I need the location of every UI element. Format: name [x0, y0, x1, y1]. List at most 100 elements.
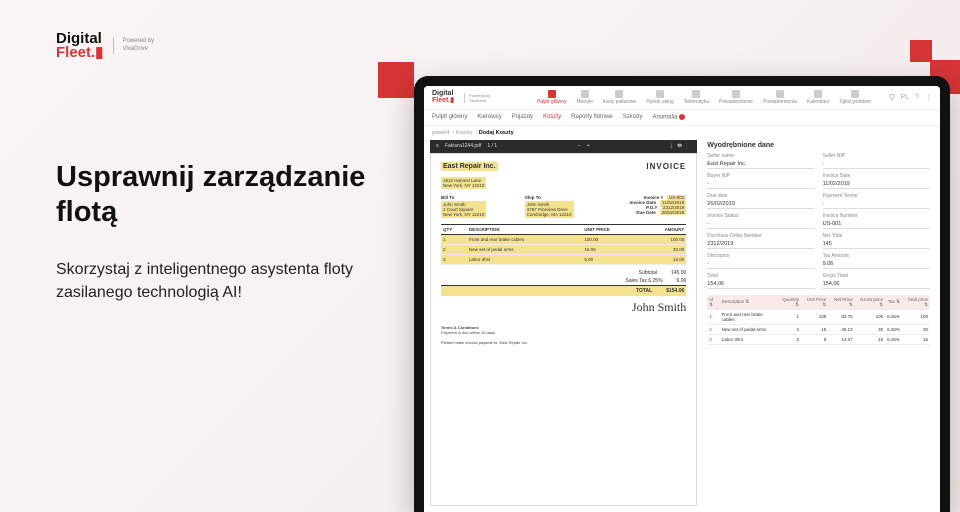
top-nav-item[interactable]: Metryki — [576, 90, 592, 105]
sub-nav-item[interactable]: Raporty flotowe — [571, 114, 613, 121]
invoice-meta: Invoice #US-001Invoice Date11/02/2019P.O… — [609, 195, 687, 218]
terms: Terms & Conditions Payment is due within… — [441, 325, 686, 345]
content: ≡ Faktura1244.pdf 1 / 1 − + ⤓🖶⋮ East Rep… — [424, 140, 940, 512]
device-frame: Digital Fleet.▮ Powered by VivaDrive Pul… — [414, 76, 950, 512]
extracted-field[interactable]: Invoice Date11/02/2019 — [823, 173, 930, 189]
logo-accent-icon: .▮ — [91, 44, 103, 61]
app-powered-by: Powered by VivaDrive — [464, 93, 490, 103]
invoice-lines-table: QTYDESCRIPTIONUNIT PRICEAMOUNT 1Front an… — [441, 224, 686, 265]
pdf-toolbar-icon[interactable]: ⋮ — [684, 143, 691, 150]
invoice-title: INVOICE — [646, 162, 686, 171]
hero-title: Usprawnij zarządzanie flotą — [56, 160, 386, 230]
company-address: 1912 Harvest Lane New York, NY 12210 — [441, 177, 486, 189]
decor-square — [910, 40, 932, 62]
powered-name: VivaDrive — [122, 46, 154, 54]
sub-nav-item[interactable]: Pulpit główny — [432, 114, 467, 121]
extracted-field[interactable]: Due date26/02/2019 — [707, 193, 814, 209]
header-action-icon[interactable]: PL — [901, 94, 910, 102]
table-row: 1Front and rear brake cables100.00100.00 — [441, 234, 686, 244]
extracted-field[interactable]: Gross Total154,06 — [823, 273, 930, 289]
header-action-icon[interactable]: ⋮ — [925, 94, 932, 102]
sub-nav-item[interactable]: Anomalia — [652, 114, 685, 121]
digital-fleet-logo: Digital Fleet.▮ — [56, 32, 103, 61]
hero: Usprawnij zarządzanie flotą Skorzystaj z… — [56, 160, 386, 304]
pdf-toolbar-icon[interactable]: ⤓ — [670, 143, 677, 150]
pdf-page-indicator: 1 / 1 — [487, 143, 497, 149]
sub-nav: Pulpit główny Kierowcy Pojazdy Koszty Raport… — [424, 109, 940, 126]
nav-icon — [851, 90, 859, 98]
app-screenshot: Digital Fleet.▮ Powered by VivaDrive Pul… — [424, 86, 940, 512]
top-nav-item[interactable]: Powiadomienia — [763, 90, 797, 105]
top-nav: Pulpit główny Metryki Karty paliwowe Rynek … — [537, 90, 871, 105]
invoice-company: East Repair Inc. — [441, 162, 498, 171]
top-nav-item[interactable]: Kalendarz — [807, 90, 830, 105]
extracted-field[interactable]: Purchase Order Number2312/2019 — [707, 233, 814, 249]
sub-nav-item[interactable]: Koszty — [543, 114, 561, 121]
logo-line2: Fleet — [56, 44, 91, 61]
nav-icon — [814, 90, 822, 98]
header-action-icon[interactable]: Q — [889, 94, 894, 102]
ship-to: John Smith 3787 Pineview Drive Cambridge… — [525, 201, 574, 218]
table-row: 3Labor 3hrs5.0015.00 — [441, 254, 686, 264]
nav-icon — [776, 90, 784, 98]
invoice-totals: Subtotal145.00 Sales Tax 6.25%9.06 TOTAL… — [441, 269, 686, 296]
crumb-section: Koszty — [456, 130, 473, 136]
sub-nav-item[interactable]: Kierowcy — [477, 114, 501, 121]
extracted-field[interactable]: Net Total145 — [823, 233, 930, 249]
app-header: Digital Fleet.▮ Powered by VivaDrive Pul… — [424, 86, 940, 109]
bill-to-label: Bill To — [441, 195, 519, 200]
extracted-field[interactable]: Seller NIP- — [823, 153, 930, 169]
header-actions: Q PL? ⋮ — [889, 94, 932, 102]
extracted-lines-table: Id ⇅Description ⇅Quantity ⇅Unit Price ⇅N… — [707, 295, 930, 345]
extracted-field[interactable]: Total154,06 — [707, 273, 814, 289]
crumb-user: pawel4 — [432, 130, 449, 136]
top-nav-item[interactable]: Rynek usług — [646, 90, 674, 105]
nav-icon — [692, 90, 700, 98]
table-row: 2New set of pedal arms15.0030.00 — [441, 244, 686, 254]
powered-label: Powered by — [122, 38, 154, 46]
pdf-toolbar: ≡ Faktura1244.pdf 1 / 1 − + ⤓🖶⋮ — [430, 140, 697, 153]
crumb-page: Dodaj Koszty — [479, 130, 514, 136]
pdf-document: East Repair Inc. INVOICE 1912 Harvest La… — [430, 153, 697, 506]
nav-icon — [615, 90, 623, 98]
zoom-out-icon[interactable]: − — [578, 143, 581, 149]
top-nav-item[interactable]: Telematyka — [684, 90, 709, 105]
extracted-field[interactable]: Tax Amount9.06 — [823, 253, 930, 269]
extracted-field[interactable]: Payment Terms- — [823, 193, 930, 209]
extracted-fields: Seller nameEast Repair Inc. Seller NIP- Bu… — [707, 153, 930, 289]
extracted-field[interactable]: Buyer NIP- — [707, 173, 814, 189]
table-row[interactable]: 3Labor 3hrs3514.07156.25%15 — [707, 334, 930, 344]
nav-icon — [732, 90, 740, 98]
top-nav-item[interactable]: Karty paliwowe — [603, 90, 637, 105]
hero-subtitle: Skorzystaj z inteligentnego asystenta fl… — [56, 258, 386, 304]
app-logo: Digital Fleet.▮ — [432, 91, 454, 104]
top-nav-item[interactable]: Powiadomienie — [719, 90, 753, 105]
sub-nav-item[interactable]: Pojazdy — [512, 114, 533, 121]
extracted-data-pane: Wyodrębnione dane Seller nameEast Repair… — [703, 140, 934, 506]
table-row[interactable]: 2New set of pedal arms21528.13306.25%30 — [707, 324, 930, 334]
extracted-field[interactable]: Seller nameEast Repair Inc. — [707, 153, 814, 169]
pdf-filename: Faktura1244.pdf — [445, 143, 481, 149]
ship-to-label: Ship To — [525, 195, 603, 200]
extracted-field[interactable]: Discounts- — [707, 253, 814, 269]
nav-icon — [581, 90, 589, 98]
brand-logo: Digital Fleet.▮ Powered by VivaDrive — [56, 32, 154, 61]
top-nav-item[interactable]: Pulpit główny — [537, 90, 566, 105]
decor-square — [378, 62, 414, 98]
breadcrumb: pawel4 › Koszty › Dodaj Koszty — [424, 126, 940, 140]
zoom-in-icon[interactable]: + — [587, 143, 590, 149]
menu-icon[interactable]: ≡ — [436, 143, 439, 149]
bill-to: John Smith 2 Court Square New York, NY 1… — [441, 201, 486, 218]
nav-icon — [548, 90, 556, 98]
extracted-field[interactable]: Invoice NumberUS-001 — [823, 213, 930, 229]
alert-badge-icon — [679, 114, 685, 120]
table-row[interactable]: 1Front and rear brake cables110093.75100… — [707, 310, 930, 325]
pdf-toolbar-icon[interactable]: 🖶 — [677, 143, 684, 150]
sub-nav-item[interactable]: Szkody — [623, 114, 643, 121]
extracted-field[interactable]: Invoice Status- — [707, 213, 814, 229]
nav-icon — [656, 90, 664, 98]
top-nav-item[interactable]: Zgłoś problem — [839, 90, 871, 105]
extracted-title: Wyodrębnione dane — [707, 142, 930, 149]
header-action-icon[interactable]: ? — [915, 94, 919, 102]
signature: John Smith — [441, 300, 686, 315]
